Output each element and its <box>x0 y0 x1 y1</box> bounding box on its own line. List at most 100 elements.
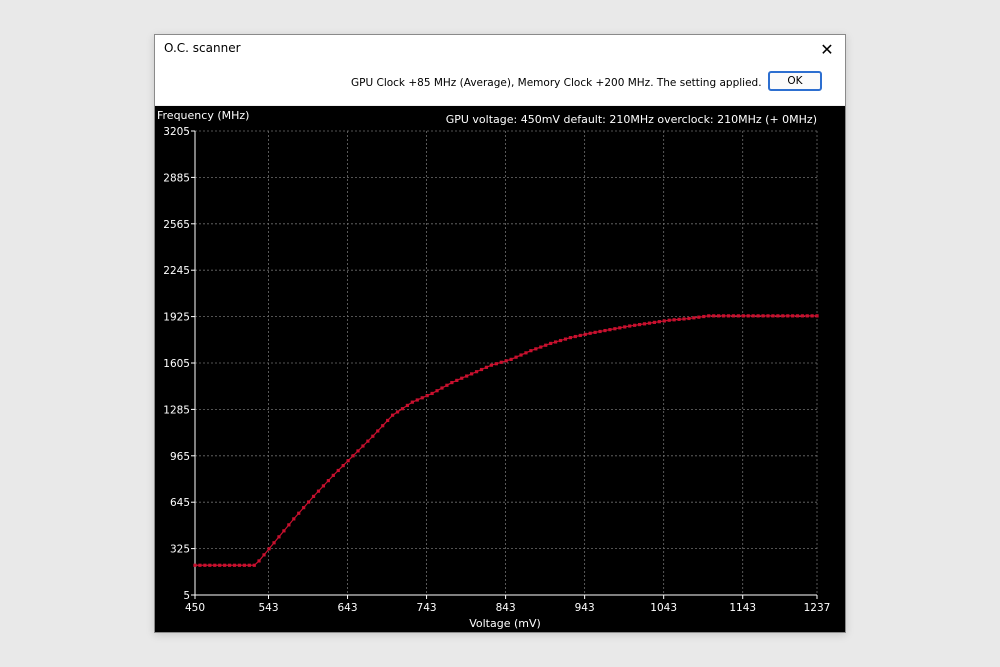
curve-point <box>717 314 721 318</box>
curve-point <box>791 314 795 318</box>
y-tick-label: 1285 <box>163 404 190 416</box>
y-tick-label: 2245 <box>163 265 190 277</box>
x-tick-label: 943 <box>575 602 595 614</box>
curve-point <box>553 340 558 344</box>
curve-point <box>415 398 419 402</box>
curve-point <box>588 331 592 335</box>
curve-point <box>682 317 686 321</box>
y-tick-label: 1605 <box>163 358 190 370</box>
y-tick-label: 2885 <box>163 172 190 184</box>
window-title: O.C. scanner <box>164 41 241 55</box>
curve-point <box>529 349 533 353</box>
curve-point <box>815 314 819 318</box>
curve-point <box>292 517 296 521</box>
curve-point <box>287 523 291 527</box>
curve-point <box>203 563 207 567</box>
title-bar[interactable]: O.C. scanner ✕ <box>155 35 845 63</box>
curve-point <box>395 410 400 414</box>
close-icon[interactable]: ✕ <box>809 35 845 63</box>
gpu-voltage-info: GPU voltage: 450mV default: 210MHz overc… <box>446 113 817 126</box>
x-tick-label: 643 <box>338 602 358 614</box>
curve-point <box>465 374 469 378</box>
curve-point <box>549 341 553 346</box>
curve-point <box>677 317 681 321</box>
curve-point <box>440 386 444 390</box>
curve-point <box>277 535 281 539</box>
curve-point <box>435 389 439 393</box>
x-tick-label: 450 <box>185 602 205 614</box>
curve-point <box>297 511 301 515</box>
y-axis-label: Frequency (MHz) <box>157 109 249 122</box>
vf-curve-graph[interactable]: 450 543 643 743 843 943 1043 1143 1237 5 325 645 965… <box>155 106 845 632</box>
curve-point <box>410 400 414 404</box>
curve-point <box>697 315 701 319</box>
curve-point <box>623 325 627 329</box>
curve-point <box>751 314 755 318</box>
curve-point <box>193 563 197 567</box>
curve-point <box>361 444 365 448</box>
y-tick-label: 1925 <box>163 312 190 324</box>
curve-point <box>672 318 676 322</box>
curve-point <box>208 563 212 567</box>
curve-point <box>795 314 800 318</box>
curve-point <box>198 563 202 567</box>
curve-point <box>282 529 286 533</box>
curve-point <box>455 378 459 382</box>
curve-point <box>613 327 617 331</box>
curve-point <box>633 323 637 327</box>
curve-point <box>519 353 523 357</box>
curve-point <box>514 355 518 359</box>
curve-point <box>227 563 232 567</box>
curve-point <box>257 559 261 563</box>
curve-point <box>558 338 563 343</box>
curve-point <box>331 473 335 477</box>
curve-point <box>618 326 622 330</box>
curve-point <box>544 343 548 347</box>
curve-point <box>687 316 691 321</box>
curve-point <box>400 407 405 411</box>
curve-point <box>420 396 424 400</box>
curve-point <box>341 463 345 468</box>
vf-curve-chart[interactable]: 450 543 643 743 843 943 1043 1143 1237 5 325 645 965… <box>155 106 845 632</box>
y-tick-label: 5 <box>183 590 190 602</box>
curve-point <box>776 314 780 318</box>
x-tick-label: 1043 <box>650 602 677 614</box>
curve-point <box>445 383 449 387</box>
curve-point <box>218 563 222 567</box>
curve-point <box>578 333 582 338</box>
y-tick-label: 965 <box>170 451 190 463</box>
curve-point <box>504 359 508 363</box>
curve-point <box>573 334 577 339</box>
curve-point <box>371 434 375 438</box>
curve-point <box>657 320 661 324</box>
curve-point <box>771 314 775 318</box>
y-tick-label: 3205 <box>163 126 190 138</box>
curve-point <box>425 394 429 398</box>
curve-point <box>390 413 395 417</box>
curve-point <box>761 314 765 318</box>
curve-point <box>381 424 385 428</box>
curve-point <box>460 376 464 380</box>
curve-point <box>736 314 740 318</box>
curve-point <box>430 391 434 396</box>
curve-point <box>726 314 731 318</box>
curve-point <box>642 322 647 326</box>
curve-point <box>593 330 597 334</box>
curve-point <box>637 322 642 327</box>
curve-point <box>474 370 479 374</box>
curve-point <box>252 563 256 567</box>
curve-point <box>267 547 271 551</box>
curve-point <box>237 563 242 567</box>
curve-point <box>376 429 380 433</box>
curve-point <box>366 439 370 443</box>
curve-point <box>479 367 484 372</box>
ok-button[interactable]: OK <box>768 71 822 91</box>
curve-point <box>608 328 612 332</box>
y-tick-label: 325 <box>170 544 190 556</box>
message-area: GPU Clock +85 MHz (Average), Memory Cloc… <box>155 63 845 105</box>
curve-point <box>534 347 538 351</box>
curve-point <box>707 314 711 318</box>
curve-point <box>302 506 306 510</box>
curve-point <box>450 380 454 385</box>
curve-point <box>568 336 573 340</box>
